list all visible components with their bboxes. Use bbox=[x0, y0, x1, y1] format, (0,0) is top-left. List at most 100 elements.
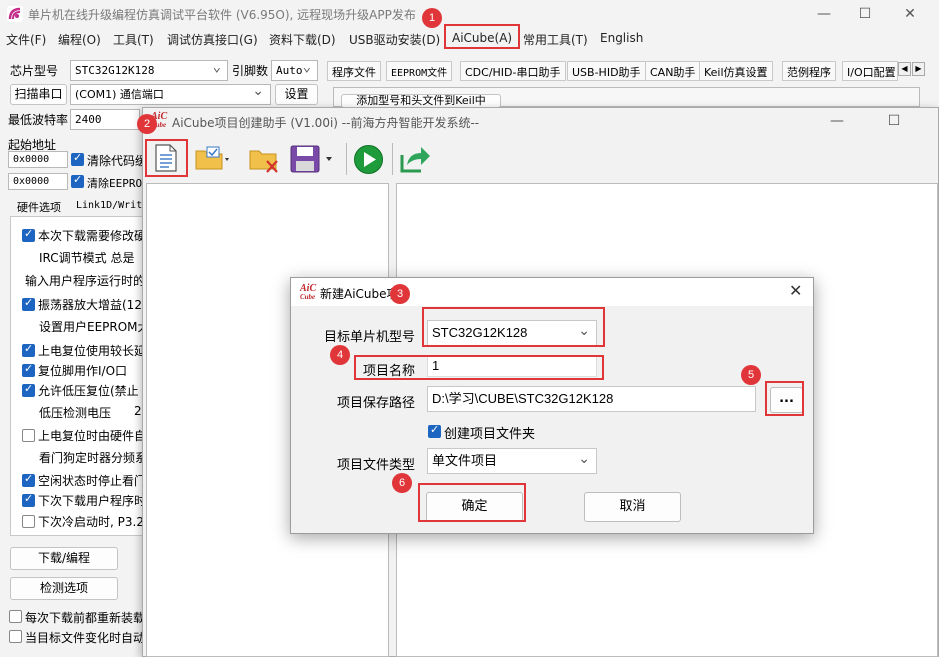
highlight-project-name bbox=[354, 355, 604, 380]
run-icon[interactable] bbox=[353, 144, 384, 175]
clear-code-checkbox[interactable] bbox=[71, 151, 84, 166]
highlight-aicube-menu bbox=[444, 24, 520, 49]
option-checkbox[interactable] bbox=[22, 227, 35, 242]
menu-english[interactable]: English bbox=[600, 31, 643, 45]
tab-examples[interactable]: 范例程序 bbox=[782, 61, 836, 81]
option-label: 上电复位使用较长延 bbox=[38, 344, 143, 358]
auto-reload-checkbox[interactable] bbox=[9, 630, 22, 643]
chip-select[interactable]: STC32G12K128 bbox=[70, 58, 228, 81]
dialog-titlebar: AiC Cube 新建AiCube项目 ✕ bbox=[291, 278, 813, 306]
create-folder-checkbox[interactable] bbox=[428, 423, 441, 438]
pin-select[interactable]: Auto bbox=[271, 58, 318, 81]
file-type-select[interactable]: 单文件项目 bbox=[427, 446, 597, 474]
step-badge-2: 2 bbox=[137, 114, 157, 134]
minimize-icon[interactable]: — bbox=[813, 4, 835, 24]
add-to-keil-button[interactable]: 添加型号和头文件到Keil中 bbox=[341, 94, 501, 108]
close-icon[interactable]: ✕ bbox=[899, 4, 921, 24]
tab-link1d[interactable]: Link1D/Writ bbox=[76, 200, 142, 211]
tab-scroll-left-icon[interactable]: ◀ bbox=[898, 62, 911, 76]
port-select[interactable]: (COM1) 通信端口 bbox=[70, 82, 271, 105]
tab-hardware-options[interactable]: 硬件选项 bbox=[17, 199, 61, 215]
step-badge-5: 5 bbox=[741, 365, 761, 385]
baud-select[interactable]: 2400 bbox=[70, 109, 140, 130]
option-label: 上电复位时由硬件自 bbox=[38, 429, 143, 443]
dialog-close-icon[interactable]: ✕ bbox=[789, 281, 802, 300]
check-options-button[interactable]: 检测选项 bbox=[10, 577, 118, 600]
option-label: 本次下载需要修改硬 bbox=[38, 229, 143, 243]
highlight-ok-button bbox=[418, 483, 526, 522]
option-label: 输入用户程序运行时的 bbox=[25, 274, 143, 288]
tab-keil[interactable]: Keil仿真设置 bbox=[699, 61, 773, 81]
option-label: 空闲状态时停止看门 bbox=[38, 474, 143, 488]
option-label: 下次冷启动时, P3.2 bbox=[38, 515, 143, 529]
pin-label: 引脚数 bbox=[232, 64, 269, 78]
reload-each-checkbox[interactable] bbox=[9, 610, 22, 623]
addr-field-1[interactable]: 0x0000 bbox=[8, 151, 68, 168]
option-checkbox[interactable] bbox=[22, 296, 35, 311]
menu-program[interactable]: 编程(O) bbox=[58, 31, 101, 48]
aicube-minimize-icon[interactable]: — bbox=[826, 111, 848, 131]
addr-field-2[interactable]: 0x0000 bbox=[8, 173, 68, 190]
step-badge-4: 4 bbox=[330, 345, 350, 365]
chip-label: 芯片型号 bbox=[10, 64, 59, 78]
option-label: IRC调节模式 总是 bbox=[39, 251, 135, 265]
scan-port-button[interactable]: 扫描串口 bbox=[10, 84, 67, 105]
menu-tools[interactable]: 工具(T) bbox=[113, 31, 154, 48]
menu-common-tools[interactable]: 常用工具(T) bbox=[523, 31, 588, 48]
option-checkbox[interactable] bbox=[22, 342, 35, 357]
save-path-input[interactable]: D:\学习\CUBE\STC32G12K128 bbox=[427, 386, 756, 412]
tab-program-file[interactable]: 程序文件 bbox=[327, 61, 381, 81]
highlight-mcu-select bbox=[422, 307, 605, 347]
option-label: 低压检测电压 bbox=[39, 406, 112, 420]
option-checkbox[interactable] bbox=[22, 472, 35, 487]
settings-button[interactable]: 设置 bbox=[275, 84, 318, 105]
option-label: 允许低压复位(禁止 bbox=[38, 384, 139, 398]
aicube-titlebar: AiC Cube AiCube项目创建助手 (V1.00i) --前海方舟智能开发… bbox=[143, 108, 938, 134]
dialog-logo: AiC Cube bbox=[300, 283, 317, 302]
option-checkbox[interactable] bbox=[22, 492, 35, 507]
menu-download[interactable]: 资料下载(D) bbox=[269, 31, 336, 48]
tab-eeprom-file[interactable]: EEPROM文件 bbox=[386, 61, 453, 81]
tab-can[interactable]: CAN助手 bbox=[645, 61, 701, 81]
aicube-title: AiCube项目创建助手 (V1.00i) --前海方舟智能开发系统-- bbox=[172, 116, 480, 130]
download-button[interactable]: 下载/编程 bbox=[10, 547, 118, 570]
mcu-label: 目标单片机型号 bbox=[323, 330, 415, 345]
option-checkbox[interactable] bbox=[22, 382, 35, 397]
delete-folder-icon[interactable] bbox=[249, 146, 281, 174]
tab-cdc-hid[interactable]: CDC/HID-串口助手 bbox=[460, 61, 566, 81]
clear-eeprom-label: 清除EEPROM bbox=[87, 177, 149, 190]
baud-label: 最低波特率 bbox=[8, 113, 69, 127]
tab-scroll-right-icon[interactable]: ▶ bbox=[912, 62, 925, 76]
maximize-icon[interactable]: ☐ bbox=[854, 4, 876, 24]
toolbar-divider bbox=[346, 143, 347, 175]
option-label: 设置用户EEPROM大小 bbox=[39, 320, 143, 334]
menu-debug[interactable]: 调试仿真接口(G) bbox=[167, 31, 258, 48]
step-badge-6: 6 bbox=[392, 473, 412, 493]
step-badge-1: 1 bbox=[422, 8, 442, 28]
app-logo-icon bbox=[7, 6, 23, 22]
option-label: 复位脚用作I/O口 bbox=[38, 364, 128, 378]
option-checkbox[interactable] bbox=[22, 515, 35, 528]
option-label: 振荡器放大增益(12 bbox=[38, 298, 142, 312]
step-badge-3: 3 bbox=[390, 284, 410, 304]
highlight-browse-button bbox=[765, 381, 804, 416]
save-icon[interactable] bbox=[289, 144, 333, 174]
menu-usb-driver[interactable]: USB驱动安装(D) bbox=[349, 31, 440, 48]
file-type-label: 项目文件类型 bbox=[336, 458, 415, 473]
aicube-maximize-icon[interactable]: ☐ bbox=[883, 111, 905, 131]
reload-each-label: 每次下载前都重新装载 bbox=[25, 611, 146, 625]
menu-file[interactable]: 文件(F) bbox=[6, 31, 46, 48]
clear-code-label: 清除代码缓 bbox=[87, 154, 148, 168]
export-icon[interactable] bbox=[399, 143, 431, 175]
cancel-button[interactable]: 取消 bbox=[584, 492, 681, 522]
option-checkbox[interactable] bbox=[22, 362, 35, 377]
auto-reload-label: 当目标文件变化时自动 bbox=[25, 631, 146, 645]
option-checkbox[interactable] bbox=[22, 429, 35, 442]
low-voltage-value[interactable]: 2 bbox=[134, 404, 142, 418]
tab-io-config[interactable]: I/O口配置 bbox=[842, 61, 898, 81]
tab-usb-hid[interactable]: USB-HID助手 bbox=[567, 61, 646, 81]
option-label: 下次下载用户程序时 bbox=[38, 494, 143, 508]
open-folder-icon[interactable] bbox=[195, 146, 229, 172]
clear-eeprom-checkbox[interactable] bbox=[71, 173, 84, 188]
highlight-new-file bbox=[145, 139, 188, 177]
